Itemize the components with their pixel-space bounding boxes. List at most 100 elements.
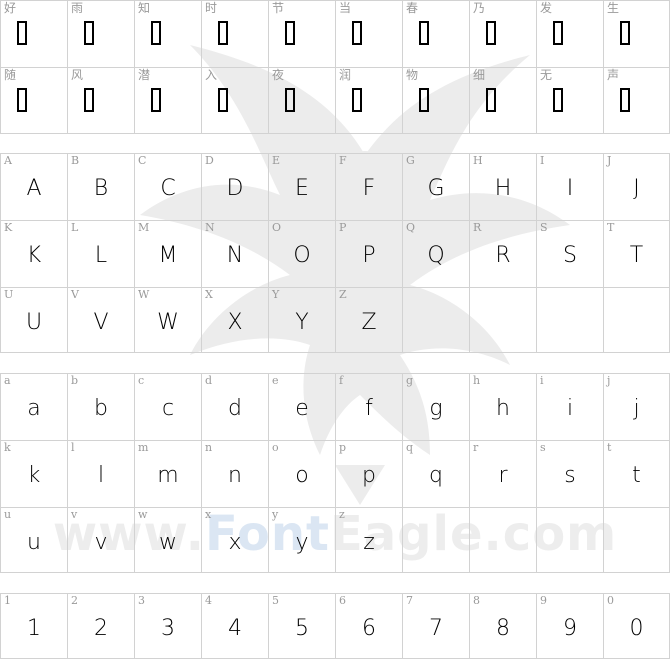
digit-glyph: 0 — [629, 616, 644, 641]
lowercase-glyph: k — [27, 463, 41, 488]
lowercase-cell: dd — [201, 373, 268, 440]
uppercase-glyph: E — [295, 176, 309, 201]
digit-cell: 22 — [67, 593, 134, 659]
lowercase-glyph: w — [159, 530, 177, 555]
uppercase-cell: MM — [134, 220, 201, 287]
uppercase-cell: BB — [67, 153, 134, 220]
cjk-label: 知 — [138, 1, 151, 15]
empty-cell — [469, 287, 536, 353]
cjk-cell: 节 — [268, 0, 335, 67]
digit-glyph: 3 — [161, 616, 175, 641]
uppercase-glyph: M — [158, 243, 178, 268]
uppercase-cell: TT — [603, 220, 670, 287]
digit-cell: 77 — [402, 593, 469, 659]
cjk-label: 发 — [540, 1, 553, 15]
lowercase-cell: rr — [469, 440, 536, 507]
uppercase-cell: HH — [469, 153, 536, 220]
uppercase-cell: GG — [402, 153, 469, 220]
lowercase-glyph: i — [566, 396, 574, 421]
uppercase-cell: AA — [0, 153, 67, 220]
cjk-label: 时 — [205, 1, 218, 15]
empty-cell — [536, 287, 603, 353]
digit-cell: 11 — [0, 593, 67, 659]
uppercase-cell: OO — [268, 220, 335, 287]
cjk-label: 无 — [540, 68, 553, 82]
missing-glyph-box — [553, 88, 563, 112]
empty-cell — [469, 507, 536, 573]
lowercase-glyph: u — [27, 530, 41, 555]
cjk-cell: 物 — [402, 67, 469, 134]
uppercase-cell: PP — [335, 220, 402, 287]
missing-glyph-box — [486, 21, 496, 45]
cjk-label: 随 — [4, 68, 17, 82]
uppercase-glyph-grid: AABBCCDDEEFFGGHHIIJJKKLLMMNNOOPPQQRRSSTT… — [0, 153, 670, 353]
uppercase-glyph: C — [160, 176, 176, 201]
uppercase-glyph: U — [25, 310, 43, 335]
lowercase-cell: ss — [536, 440, 603, 507]
lowercase-glyph: r — [498, 463, 508, 488]
cjk-label: 润 — [339, 68, 352, 82]
cjk-cell: 乃 — [469, 0, 536, 67]
lowercase-glyph: c — [161, 396, 175, 421]
uppercase-cell: DD — [201, 153, 268, 220]
lowercase-cell: xx — [201, 507, 268, 573]
uppercase-glyph: O — [293, 243, 311, 268]
cjk-label: 声 — [607, 68, 620, 82]
cjk-cell: 潜 — [134, 67, 201, 134]
digit-glyph: 9 — [563, 616, 577, 641]
lowercase-cell: oo — [268, 440, 335, 507]
uppercase-glyph: D — [226, 176, 244, 201]
missing-glyph-box — [17, 88, 27, 112]
missing-glyph-box — [151, 88, 161, 112]
cjk-label: 风 — [71, 68, 84, 82]
cjk-cell: 夜 — [268, 67, 335, 134]
lowercase-glyph: d — [228, 396, 242, 421]
lowercase-glyph: n — [228, 463, 242, 488]
lowercase-cell: jj — [603, 373, 670, 440]
lowercase-glyph: b — [94, 396, 108, 421]
cjk-cell: 雨 — [67, 0, 134, 67]
uppercase-cell: LL — [67, 220, 134, 287]
uppercase-glyph: I — [566, 176, 574, 201]
missing-glyph-box — [84, 88, 94, 112]
uppercase-glyph: Q — [427, 243, 445, 268]
missing-glyph-box — [352, 21, 362, 45]
missing-glyph-box — [419, 21, 429, 45]
missing-glyph-box — [218, 88, 228, 112]
lowercase-glyph: a — [27, 396, 41, 421]
digit-cell: 66 — [335, 593, 402, 659]
cjk-label: 当 — [339, 1, 352, 15]
uppercase-glyph: A — [26, 176, 42, 201]
uppercase-cell: ZZ — [335, 287, 402, 353]
lowercase-glyph: x — [228, 530, 242, 555]
lowercase-glyph: s — [564, 463, 576, 488]
chinese-glyph-grid: 好 雨 知 时 节 当 春 乃 发 生随 风 潜 入 夜 润 物 细 无 声 — [0, 0, 670, 134]
cjk-label: 乃 — [473, 1, 486, 15]
lowercase-glyph: h — [496, 396, 510, 421]
lowercase-glyph: f — [365, 396, 373, 421]
cjk-cell: 随 — [0, 67, 67, 134]
uppercase-cell: NN — [201, 220, 268, 287]
empty-cell — [603, 507, 670, 573]
empty-cell — [536, 507, 603, 573]
lowercase-cell: hh — [469, 373, 536, 440]
digit-glyph-grid: 11223344556677889900 — [0, 593, 670, 659]
cjk-cell: 声 — [603, 67, 670, 134]
lowercase-cell: nn — [201, 440, 268, 507]
lowercase-glyph: l — [97, 463, 105, 488]
lowercase-cell: mm — [134, 440, 201, 507]
uppercase-glyph: S — [563, 243, 577, 268]
missing-glyph-box — [151, 21, 161, 45]
lowercase-cell: zz — [335, 507, 402, 573]
lowercase-glyph: y — [295, 530, 309, 555]
cjk-cell: 春 — [402, 0, 469, 67]
lowercase-glyph: p — [362, 463, 376, 488]
uppercase-cell: RR — [469, 220, 536, 287]
digit-glyph: 7 — [429, 616, 443, 641]
uppercase-glyph: P — [362, 243, 376, 268]
cjk-label: 节 — [272, 1, 285, 15]
uppercase-cell: XX — [201, 287, 268, 353]
cjk-label: 夜 — [272, 68, 285, 82]
uppercase-glyph: R — [495, 243, 511, 268]
missing-glyph-box — [620, 21, 630, 45]
